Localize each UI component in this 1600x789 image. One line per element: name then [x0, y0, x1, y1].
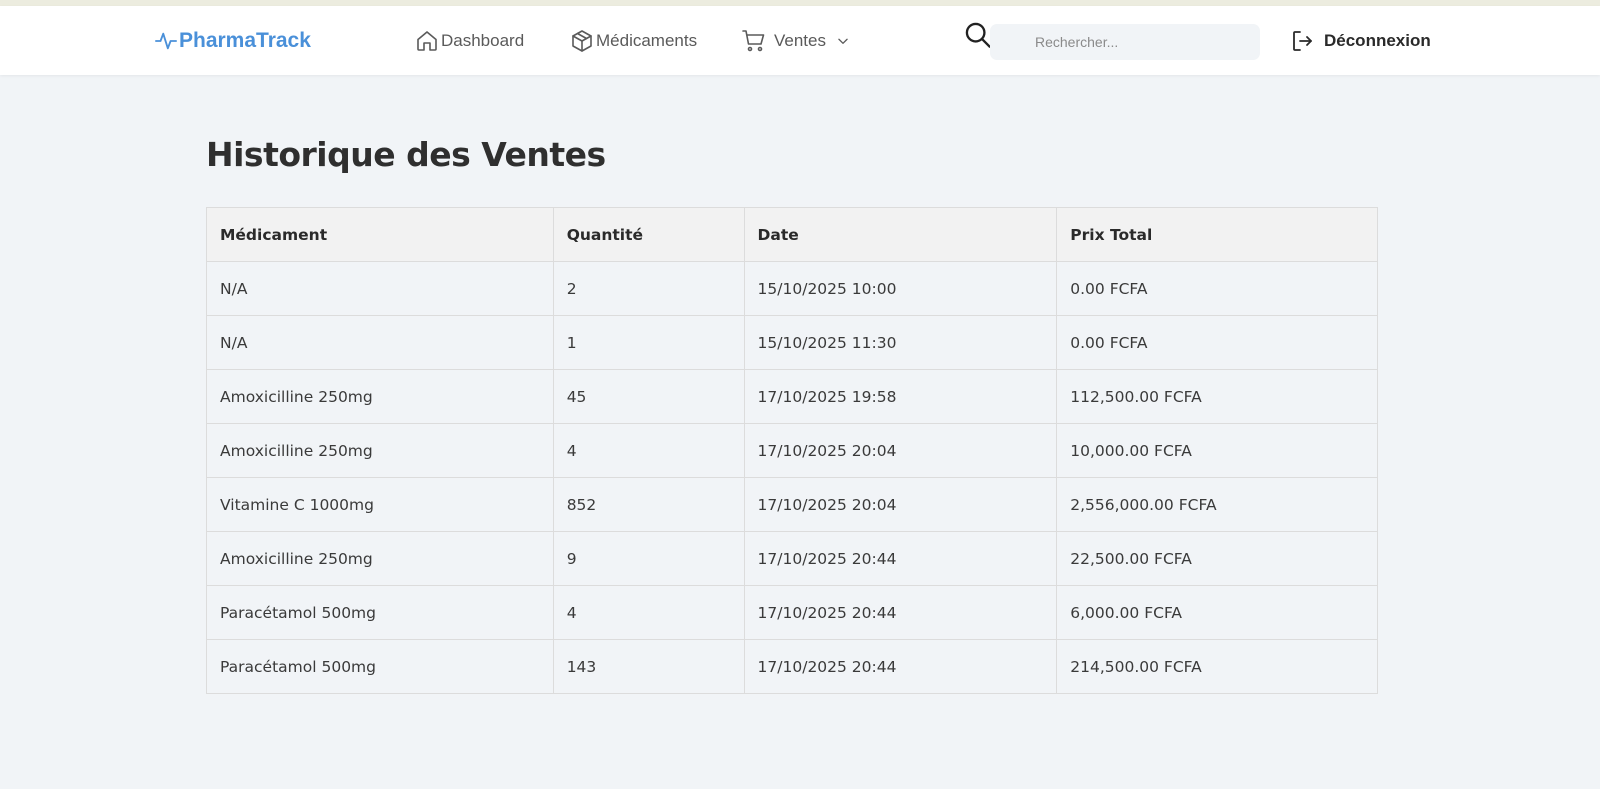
- cell-date: 17/10/2025 20:44: [743, 639, 1058, 694]
- cell-date: 17/10/2025 20:44: [743, 585, 1058, 640]
- cell-quantite: 4: [552, 585, 745, 640]
- nav-dashboard-label: Dashboard: [441, 31, 525, 50]
- logout-button[interactable]: Déconnexion: [1290, 26, 1431, 56]
- column-header-quantite: Quantité: [552, 207, 745, 262]
- cell-medicament: Vitamine C 1000mg: [206, 477, 554, 532]
- table-row: Paracétamol 500mg 4 17/10/2025 20:44 6,0…: [206, 585, 1378, 640]
- cell-medicament: Amoxicilline 250mg: [206, 369, 554, 424]
- cell-prix-total: 2,556,000.00 FCFA: [1056, 477, 1378, 532]
- table-header-row: Médicament Quantité Date Prix Total: [206, 207, 1378, 262]
- cell-prix-total: 214,500.00 FCFA: [1056, 639, 1378, 694]
- cell-prix-total: 6,000.00 FCFA: [1056, 585, 1378, 640]
- cart-icon: [742, 30, 765, 52]
- cell-date: 17/10/2025 20:44: [743, 531, 1058, 586]
- table-row: N/A 2 15/10/2025 10:00 0.00 FCFA: [206, 261, 1378, 316]
- table-row: Amoxicilline 250mg 9 17/10/2025 20:44 22…: [206, 531, 1378, 586]
- table-row: Amoxicilline 250mg 45 17/10/2025 19:58 1…: [206, 369, 1378, 424]
- cell-prix-total: 0.00 FCFA: [1056, 261, 1378, 316]
- nav-ventes-dropdown[interactable]: Ventes: [742, 26, 850, 56]
- search-input[interactable]: [990, 24, 1260, 60]
- cell-date: 17/10/2025 19:58: [743, 369, 1058, 424]
- cell-medicament: Amoxicilline 250mg: [206, 531, 554, 586]
- nav-medicaments-label: Médicaments: [596, 31, 698, 50]
- cell-prix-total: 0.00 FCFA: [1056, 315, 1378, 370]
- column-header-medicament: Médicament: [206, 207, 554, 262]
- cell-medicament: Paracétamol 500mg: [206, 639, 554, 694]
- cell-prix-total: 22,500.00 FCFA: [1056, 531, 1378, 586]
- nav-medicaments[interactable]: Médicaments: [570, 26, 697, 56]
- cell-quantite: 1: [552, 315, 745, 370]
- cell-medicament: Paracétamol 500mg: [206, 585, 554, 640]
- column-header-date: Date: [743, 207, 1058, 262]
- cell-medicament: N/A: [206, 261, 554, 316]
- cell-medicament: Amoxicilline 250mg: [206, 423, 554, 478]
- cell-date: 17/10/2025 20:04: [743, 423, 1058, 478]
- cell-quantite: 4: [552, 423, 745, 478]
- cell-medicament: N/A: [206, 315, 554, 370]
- brand-logo[interactable]: PharmaTrack: [155, 28, 311, 54]
- cell-date: 15/10/2025 10:00: [743, 261, 1058, 316]
- search-icon[interactable]: [964, 21, 992, 49]
- page-title: Historique des Ventes: [206, 135, 606, 174]
- nav-dashboard[interactable]: Dashboard: [415, 26, 524, 56]
- cell-quantite: 9: [552, 531, 745, 586]
- cell-quantite: 2: [552, 261, 745, 316]
- cell-quantite: 45: [552, 369, 745, 424]
- column-header-prix-total: Prix Total: [1056, 207, 1378, 262]
- cell-prix-total: 10,000.00 FCFA: [1056, 423, 1378, 478]
- table-row: N/A 1 15/10/2025 11:30 0.00 FCFA: [206, 315, 1378, 370]
- navbar: PharmaTrack Dashboard Médicaments Ventes: [0, 6, 1600, 75]
- cell-quantite: 852: [552, 477, 745, 532]
- pulse-icon: [155, 32, 177, 50]
- nav-ventes-label: Ventes: [774, 31, 826, 50]
- cell-quantite: 143: [552, 639, 745, 694]
- logout-icon: [1293, 31, 1312, 51]
- cell-date: 17/10/2025 20:04: [743, 477, 1058, 532]
- logout-label: Déconnexion: [1324, 31, 1431, 50]
- brand-name: PharmaTrack: [179, 29, 311, 52]
- chevron-down-icon: [838, 38, 848, 44]
- home-icon: [417, 31, 437, 51]
- cell-date: 15/10/2025 11:30: [743, 315, 1058, 370]
- table-row: Amoxicilline 250mg 4 17/10/2025 20:04 10…: [206, 423, 1378, 478]
- table-row: Paracétamol 500mg 143 17/10/2025 20:44 2…: [206, 639, 1378, 694]
- sales-history-table: Médicament Quantité Date Prix Total N/A …: [206, 207, 1378, 694]
- table-row: Vitamine C 1000mg 852 17/10/2025 20:04 2…: [206, 477, 1378, 532]
- cell-prix-total: 112,500.00 FCFA: [1056, 369, 1378, 424]
- box-icon: [572, 30, 592, 52]
